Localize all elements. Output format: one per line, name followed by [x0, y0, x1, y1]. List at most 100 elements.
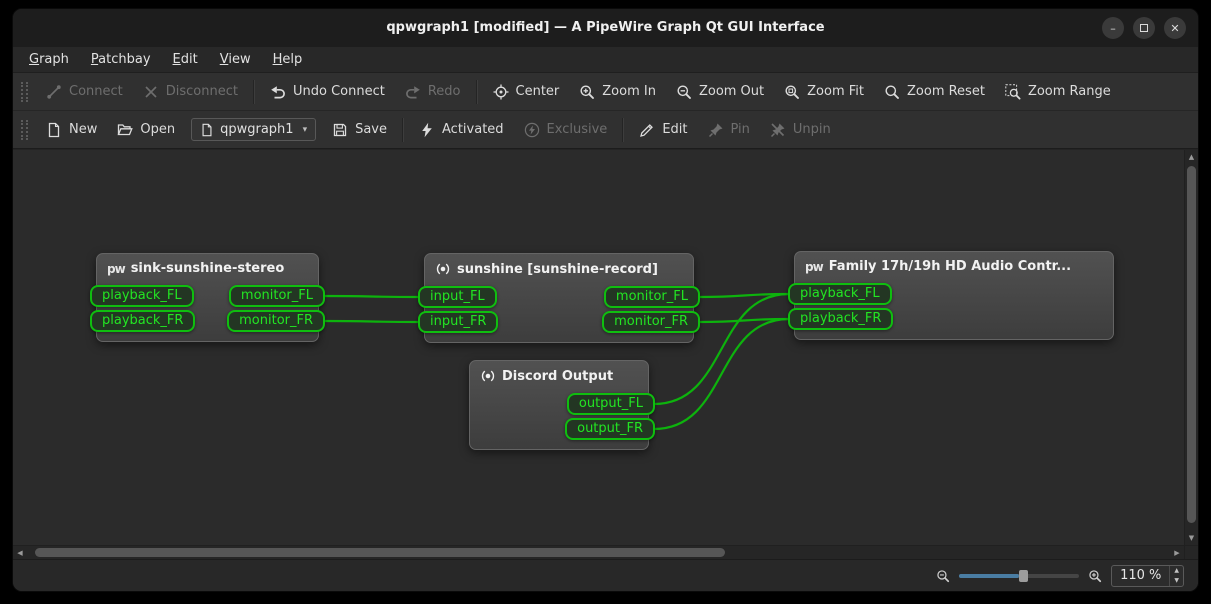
save-button[interactable]: Save [322, 117, 397, 143]
zoom-value[interactable]: 110 % [1112, 566, 1169, 586]
port-monitor-fl[interactable]: monitor_FL [229, 285, 325, 307]
zoom-range-button[interactable]: Zoom Range [995, 79, 1121, 105]
record-icon [435, 261, 451, 277]
vertical-scroll-track[interactable] [1185, 164, 1198, 531]
scroll-up-arrow[interactable]: ▲ [1185, 150, 1198, 164]
vertical-scrollbar[interactable]: ▲ ▼ [1184, 150, 1198, 545]
zoom-out-icon[interactable] [936, 569, 950, 583]
toolbar-separator [476, 80, 478, 104]
node-discord-output[interactable]: Discord Output output_FL output_FR [469, 360, 649, 450]
spin-down-arrow[interactable]: ▼ [1170, 576, 1183, 586]
port-output-fr[interactable]: output_FR [565, 418, 655, 440]
chevron-down-icon: ▾ [303, 125, 308, 135]
zoom-out-icon [676, 84, 692, 100]
port-output-fl[interactable]: output_FL [567, 393, 655, 415]
zoom-in-icon [579, 84, 595, 100]
spin-up-arrow[interactable]: ▲ [1170, 566, 1183, 576]
new-label: New [69, 122, 97, 137]
unpin-button[interactable]: Unpin [760, 117, 841, 143]
spinbox-arrows: ▲ ▼ [1169, 566, 1183, 586]
redo-button[interactable]: Redo [395, 79, 471, 105]
zoom-range-label: Zoom Range [1028, 84, 1111, 99]
new-button[interactable]: New [36, 117, 107, 143]
port-monitor-fr[interactable]: monitor_FR [602, 311, 700, 333]
undo-label: Undo Connect [293, 84, 385, 99]
pin-button[interactable]: Pin [698, 117, 760, 143]
port-input-fr[interactable]: input_FR [418, 311, 498, 333]
connect-button[interactable]: Connect [36, 79, 133, 105]
scrollbar-corner [1184, 546, 1198, 559]
graph-canvas[interactable]: pw sink-sunshine-stereo playback_FL moni… [13, 150, 1184, 545]
zoom-in-button[interactable]: Zoom In [569, 79, 666, 105]
center-label: Center [516, 84, 560, 99]
close-button[interactable]: ✕ [1164, 17, 1186, 39]
node-family-hd-audio[interactable]: pw Family 17h/19h HD Audio Contr... play… [794, 251, 1114, 340]
port-playback-fr[interactable]: playback_FR [788, 308, 893, 330]
node-sink-sunshine-stereo[interactable]: pw sink-sunshine-stereo playback_FL moni… [96, 253, 319, 342]
menu-help[interactable]: Help [263, 49, 313, 70]
menu-edit[interactable]: Edit [163, 49, 208, 70]
node-sunshine-record[interactable]: sunshine [sunshine-record] input_FL moni… [424, 253, 694, 343]
zoom-slider[interactable] [959, 568, 1079, 584]
port-playback-fr[interactable]: playback_FR [90, 310, 195, 332]
node-header[interactable]: pw sink-sunshine-stereo [97, 254, 318, 282]
maximize-icon [1140, 24, 1148, 32]
scroll-left-arrow[interactable]: ◀ [13, 546, 27, 559]
zoom-spinbox[interactable]: 110 % ▲ ▼ [1111, 565, 1184, 587]
menu-view[interactable]: View [210, 49, 261, 70]
exclusive-toggle[interactable]: Exclusive [514, 117, 618, 143]
port-monitor-fr[interactable]: monitor_FR [227, 310, 325, 332]
toolbar-grip[interactable] [21, 82, 28, 102]
zoom-in-icon[interactable] [1088, 569, 1102, 583]
center-button[interactable]: Center [483, 79, 570, 105]
menu-graph[interactable]: Graph [19, 49, 79, 70]
patchbay-file-combobox[interactable]: qpwgraph1 ▾ [191, 118, 316, 141]
open-folder-icon [117, 122, 133, 138]
open-label: Open [140, 122, 175, 137]
node-header[interactable]: pw Family 17h/19h HD Audio Contr... [795, 252, 1113, 280]
scroll-right-arrow[interactable]: ▶ [1170, 546, 1184, 559]
horizontal-scroll-track[interactable] [27, 546, 1170, 559]
connection-wires [13, 150, 1184, 545]
undo-connect-button[interactable]: Undo Connect [260, 79, 395, 105]
node-title: sink-sunshine-stereo [131, 261, 285, 276]
node-header[interactable]: Discord Output [470, 361, 648, 390]
exclusive-label: Exclusive [547, 122, 608, 137]
menu-patchbay[interactable]: Patchbay [81, 49, 161, 70]
minimize-button[interactable]: – [1102, 17, 1124, 39]
node-header[interactable]: sunshine [sunshine-record] [425, 254, 693, 283]
port-playback-fl[interactable]: playback_FL [90, 285, 194, 307]
toolbar-grip[interactable] [21, 120, 28, 140]
port-playback-fl[interactable]: playback_FL [788, 283, 892, 305]
minimize-icon: – [1110, 22, 1116, 35]
scroll-down-arrow[interactable]: ▼ [1185, 531, 1198, 545]
horizontal-scrollbar[interactable]: ◀ ▶ [13, 545, 1198, 559]
disconnect-button[interactable]: Disconnect [133, 79, 248, 105]
app-window: qpwgraph1 [modified] — A PipeWire Graph … [12, 8, 1199, 592]
menu-patchbay-label: Patchbay [91, 52, 151, 67]
zoom-slider-handle[interactable] [1019, 570, 1028, 582]
port-monitor-fl[interactable]: monitor_FL [604, 286, 700, 308]
open-button[interactable]: Open [107, 117, 185, 143]
lightning-circle-icon [524, 122, 540, 138]
menu-view-label: View [220, 52, 251, 67]
edit-button[interactable]: Edit [629, 117, 697, 143]
patchbay-toolbar: New Open qpwgraph1 ▾ Save Activated Excl… [13, 111, 1198, 149]
save-icon [332, 122, 348, 138]
horizontal-scroll-handle[interactable] [35, 548, 725, 557]
zoom-fit-button[interactable]: Zoom Fit [774, 79, 874, 105]
zoom-reset-button[interactable]: Zoom Reset [874, 79, 995, 105]
activated-label: Activated [442, 122, 504, 137]
edit-label: Edit [662, 122, 687, 137]
zoom-out-button[interactable]: Zoom Out [666, 79, 774, 105]
toolbar-separator [253, 80, 255, 104]
patchbay-file-value: qpwgraph1 [220, 122, 293, 137]
save-label: Save [355, 122, 387, 137]
maximize-button[interactable] [1133, 17, 1155, 39]
vertical-scroll-handle[interactable] [1187, 166, 1196, 523]
zoom-fit-icon [784, 84, 800, 100]
activated-toggle[interactable]: Activated [409, 117, 514, 143]
toolbar-separator [622, 118, 624, 142]
titlebar[interactable]: qpwgraph1 [modified] — A PipeWire Graph … [13, 9, 1198, 47]
port-input-fl[interactable]: input_FL [418, 286, 497, 308]
